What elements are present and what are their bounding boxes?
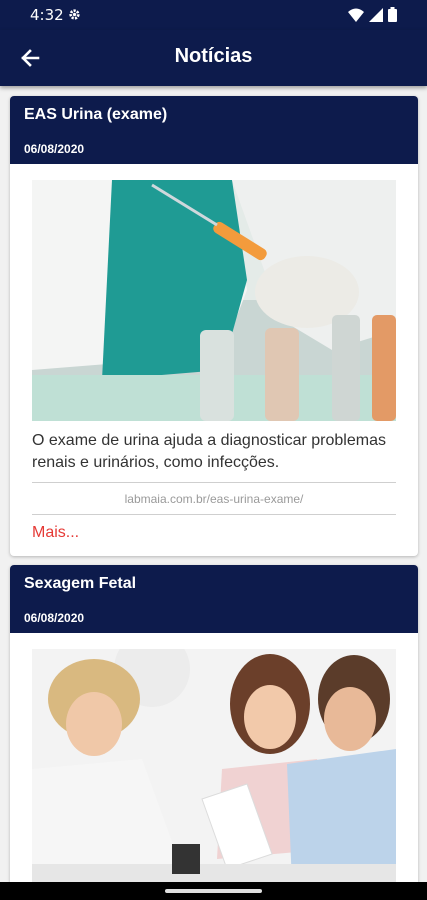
news-card[interactable]: EAS Urina (exame) 06/08/2020 O exame de … (10, 96, 418, 556)
divider (32, 514, 396, 515)
news-title: EAS Urina (exame) (24, 106, 168, 123)
news-title: Sexagem Fetal (24, 575, 137, 592)
app-bar: Notícias (0, 30, 427, 86)
news-date: 06/08/2020 (24, 142, 85, 156)
divider (32, 482, 396, 483)
status-icons (348, 7, 397, 22)
navigation-bar (0, 882, 427, 900)
news-image-consultation (32, 649, 396, 894)
gear-icon (69, 9, 80, 20)
status-bar: 4:32 (0, 0, 427, 30)
news-card[interactable]: Sexagem Fetal 06/08/2020 (10, 565, 418, 895)
signal-icon (369, 7, 383, 22)
card-header: EAS Urina (exame) 06/08/2020 (10, 96, 418, 164)
news-date: 06/08/2020 (24, 611, 85, 625)
news-source: labmaia.com.br/eas-urina-exame/ (124, 492, 304, 506)
card-header: Sexagem Fetal 06/08/2020 (10, 565, 418, 633)
wifi-icon (348, 8, 364, 22)
news-image-lab (32, 180, 396, 421)
battery-icon (388, 7, 397, 22)
home-gesture-handle[interactable] (165, 889, 262, 893)
news-description: O exame de urina ajuda a diagnosticar pr… (32, 432, 386, 471)
status-time: 4:32 (30, 6, 64, 24)
more-link[interactable]: Mais... (32, 524, 79, 542)
page-title: Notícias (174, 45, 253, 67)
